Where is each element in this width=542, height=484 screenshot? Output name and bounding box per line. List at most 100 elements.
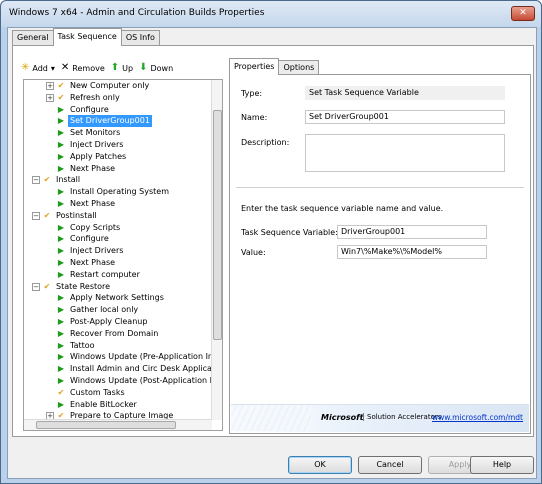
tree-item[interactable]: − ✔ Install bbox=[24, 174, 212, 186]
tree-item[interactable]: ▶ Set Monitors bbox=[24, 127, 212, 139]
tree-item[interactable]: ▶ Windows Update (Post-Application Ins bbox=[24, 375, 221, 387]
tree-item[interactable]: ▶ Configure bbox=[24, 233, 212, 245]
tab-task-sequence[interactable]: Task Sequence bbox=[52, 28, 122, 46]
step-play-icon: ▶ bbox=[57, 399, 65, 409]
tree-item-label: Set Monitors bbox=[70, 128, 121, 138]
step-play-icon: ▶ bbox=[57, 316, 65, 326]
step-play-icon: ▶ bbox=[57, 128, 65, 138]
tree-item[interactable]: ▶ Configure bbox=[24, 104, 212, 116]
remove-button[interactable]: ✕ Remove bbox=[61, 63, 105, 73]
section-divider bbox=[236, 187, 524, 188]
step-play-icon: ▶ bbox=[57, 328, 65, 338]
help-button[interactable]: Help bbox=[470, 456, 534, 474]
tree-item-label: Inject Drivers bbox=[70, 139, 124, 149]
tree-item-label: Install bbox=[56, 175, 81, 185]
group-folder-check-icon: ✔ bbox=[57, 92, 65, 102]
task-sequence-variable-field[interactable]: DriverGroup001 bbox=[337, 225, 487, 239]
group-folder-check-icon: ✔ bbox=[43, 281, 51, 291]
tree-item-label: New Computer only bbox=[70, 81, 150, 90]
tree-item[interactable]: ▶ Install Operating System bbox=[24, 186, 212, 198]
ok-button[interactable]: OK bbox=[288, 456, 352, 474]
microsoft-logo: Microsoft bbox=[321, 413, 364, 422]
tree-item-label: Postinstall bbox=[56, 210, 97, 220]
add-button[interactable]: ✳ Add ▾ bbox=[21, 63, 55, 73]
tree-vertical-scrollbar[interactable] bbox=[211, 80, 222, 420]
tab-os-info[interactable]: OS Info bbox=[120, 30, 160, 46]
tree-item-label: Refresh only bbox=[70, 92, 120, 102]
tree-items: + ✔ New Computer only + ✔ Refresh only ▶ Config… bbox=[24, 80, 222, 422]
close-button[interactable]: ✕ bbox=[511, 6, 535, 21]
tree-item[interactable]: ▶ Next Phase bbox=[24, 198, 212, 210]
collapse-icon[interactable]: − bbox=[32, 282, 40, 291]
cancel-button[interactable]: Cancel bbox=[358, 456, 422, 474]
expand-icon[interactable]: + bbox=[46, 82, 54, 90]
tree-item[interactable]: − ✔ Postinstall bbox=[24, 210, 212, 222]
tree-item[interactable]: ▶ Apply Network Settings bbox=[24, 292, 212, 304]
tree-item[interactable]: ▶ Next Phase bbox=[24, 163, 212, 175]
step-play-icon: ▶ bbox=[57, 163, 65, 173]
step-properties-area: Properties Options Type: Set Task Sequen… bbox=[229, 58, 531, 434]
value-label: Value: bbox=[241, 248, 266, 257]
tree-item[interactable]: ▶ Post-Apply Cleanup bbox=[24, 316, 212, 328]
tree-item[interactable]: ✔ Custom Tasks bbox=[24, 387, 212, 399]
up-label: Up bbox=[122, 63, 134, 73]
instructions-text: Enter the task sequence variable name an… bbox=[241, 204, 444, 213]
tree-item[interactable]: ▶ Restart computer bbox=[24, 269, 212, 281]
mdt-banner: Microsoft Solution Accelerators www.micr… bbox=[231, 404, 529, 432]
tree-item-label: Gather local only bbox=[70, 305, 139, 315]
step-play-icon: ▶ bbox=[57, 375, 65, 385]
tree-item[interactable]: − ✔ State Restore bbox=[24, 281, 212, 293]
collapse-icon[interactable]: − bbox=[32, 211, 40, 220]
tree-item[interactable]: ▶ Inject Drivers bbox=[24, 139, 212, 151]
tree-item-label: Next Phase bbox=[70, 198, 116, 208]
tree-item[interactable]: ▶ Apply Patches bbox=[24, 151, 212, 163]
task-sequence-tree[interactable]: + ✔ New Computer only + ✔ Refresh only ▶ Config… bbox=[23, 79, 223, 431]
tree-item[interactable]: ▶ Inject Drivers bbox=[24, 245, 212, 257]
step-play-icon: ▶ bbox=[57, 269, 65, 279]
group-folder-check-icon: ✔ bbox=[43, 175, 51, 185]
horizontal-scroll-thumb[interactable] bbox=[36, 421, 176, 429]
vertical-scroll-thumb[interactable] bbox=[213, 110, 222, 340]
collapse-icon[interactable]: − bbox=[32, 176, 40, 185]
tree-item[interactable]: ▶ Tattoo bbox=[24, 340, 212, 352]
tree-item[interactable]: + ✔ Refresh only bbox=[24, 92, 212, 104]
tree-item[interactable]: ▶ Windows Update (Pre-Application Inst bbox=[24, 351, 220, 363]
value-field[interactable]: Win7\%Make%\%Model% bbox=[337, 245, 487, 259]
down-button[interactable]: ⬇ Down bbox=[139, 63, 173, 73]
task-sequence-variable-label: Task Sequence Variable: bbox=[241, 228, 338, 237]
dialog-client-area: General Task Sequence OS Info ✳ Add ▾ ✕ … bbox=[7, 27, 537, 479]
expand-icon[interactable]: + bbox=[46, 93, 54, 102]
step-play-icon: ▶ bbox=[57, 222, 65, 232]
tree-item-label: Set DriverGroup001 bbox=[68, 115, 152, 128]
group-folder-check-icon: ✔ bbox=[43, 210, 51, 220]
step-play-icon: ▶ bbox=[57, 246, 65, 256]
tree-item[interactable]: ▶ Copy Scripts bbox=[24, 222, 212, 234]
name-field[interactable]: Set DriverGroup001 bbox=[305, 110, 505, 124]
tree-item[interactable]: ▶ Recover From Domain bbox=[24, 328, 212, 340]
down-label: Down bbox=[150, 63, 174, 73]
title-bar[interactable]: Windows 7 x64 - Admin and Circulation Bu… bbox=[1, 1, 541, 27]
tree-item[interactable]: ▶ Install Admin and Circ Desk Applicatio bbox=[24, 363, 222, 375]
tree-item[interactable]: ▶ Set DriverGroup001 bbox=[24, 115, 212, 128]
tree-item[interactable]: ▶ Gather local only bbox=[24, 304, 212, 316]
step-play-icon: ▶ bbox=[57, 187, 65, 197]
inner-tab-strip: Properties Options bbox=[229, 58, 320, 75]
add-star-icon: ✳ bbox=[21, 62, 30, 73]
tab-general[interactable]: General bbox=[12, 30, 54, 46]
tab-options[interactable]: Options bbox=[278, 60, 320, 75]
outer-tab-strip: General Task Sequence OS Info bbox=[12, 28, 160, 46]
tab-properties[interactable]: Properties bbox=[229, 58, 280, 75]
step-play-icon: ▶ bbox=[57, 234, 65, 244]
up-button[interactable]: ⬆ Up bbox=[111, 63, 133, 73]
tree-item[interactable]: + ✔ New Computer only bbox=[24, 80, 212, 92]
step-play-icon: ▶ bbox=[57, 293, 65, 303]
step-play-icon: ▶ bbox=[57, 364, 65, 374]
tree-item[interactable]: ▶ Enable BitLocker bbox=[24, 399, 212, 411]
mdt-link[interactable]: www.microsoft.com/mdt bbox=[432, 413, 523, 422]
step-play-icon: ▶ bbox=[57, 151, 65, 161]
tree-horizontal-scrollbar[interactable] bbox=[24, 419, 212, 430]
type-value: Set Task Sequence Variable bbox=[305, 86, 505, 100]
chevron-down-icon[interactable]: ▾ bbox=[51, 64, 55, 73]
tree-item[interactable]: ▶ Next Phase bbox=[24, 257, 212, 269]
description-field[interactable] bbox=[305, 134, 505, 172]
